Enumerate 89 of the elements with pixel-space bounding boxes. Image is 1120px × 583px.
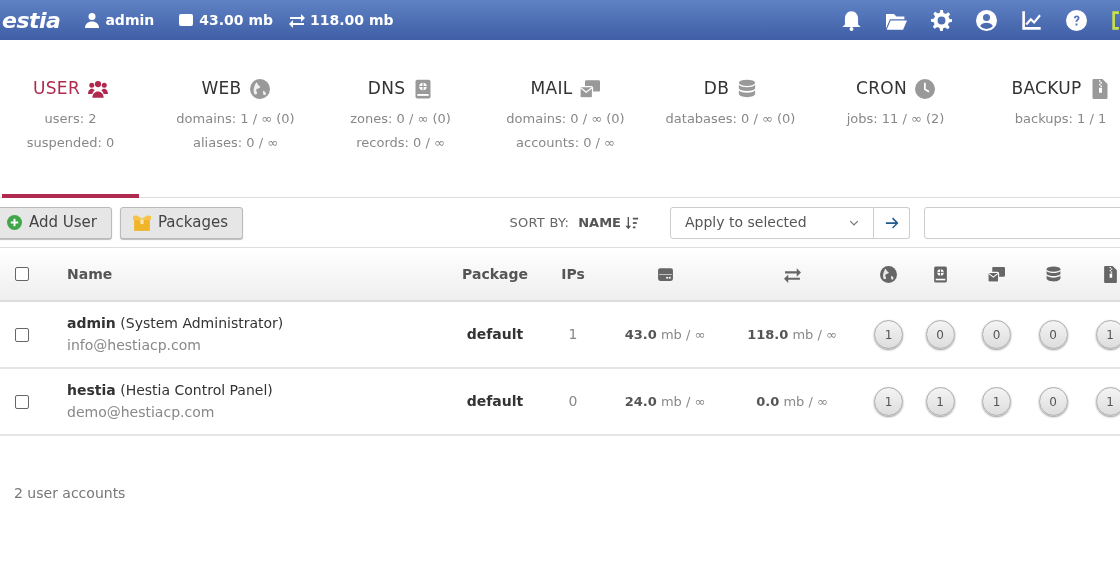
stat-text: databases: 0 / ∞ (0) [665,111,796,126]
apply-button[interactable] [874,206,910,239]
disk-usage: 43.0 mb / ∞ [624,325,706,344]
stats-tab[interactable]: USER users: 2 suspended: 0 [0,40,153,197]
column-header: Name [67,265,113,282]
count-badge[interactable]: 0 [1038,320,1068,349]
tab-title: BACKUP [1011,77,1082,100]
package-name: default [466,392,524,411]
stats-tab[interactable]: MAIL domains: 0 / ∞ (0) accounts: 0 / ∞ [483,40,648,197]
stat-text: zones: 0 / ∞ (0) [350,111,451,126]
stat-text: records: 0 / ∞ [356,135,445,150]
count-badge[interactable]: 1 [874,387,903,416]
stats-tab[interactable]: BACKUP backups: 1 / 1 [978,40,1120,197]
stats-tab[interactable]: DNS zones: 0 / ∞ (0) records: 0 / ∞ [318,40,483,197]
mail-icon [580,78,601,99]
stat-text: suspended: 0 [26,135,115,150]
plus-icon [7,215,22,230]
tab-title: CRON [856,77,907,100]
count-badge[interactable]: 1 [874,320,903,349]
box-icon [133,213,151,232]
column-header: IPs [561,264,585,284]
sort-button[interactable]: NAME [577,211,640,234]
count-badge[interactable]: 0 [925,320,955,349]
arrow-right-icon [884,215,899,230]
checkbox[interactable] [15,394,29,409]
clock-icon [915,78,935,99]
user-email: info@hestiacp.com [67,336,202,355]
count-badge[interactable]: 1 [1095,320,1120,349]
count-badge[interactable]: 0 [1038,387,1068,416]
tab-title: DB [703,77,730,100]
package-name: default [466,325,524,344]
tab-title: USER [33,77,80,100]
add-user-button[interactable]: Add User [0,206,112,239]
user-icon [84,12,101,28]
user-name: admin (System Administrator) [67,314,285,333]
globe-icon [880,265,897,283]
sort-icon [625,215,639,230]
stat-text: aliases: 0 / ∞ [193,135,278,150]
arrows-icon [289,12,306,28]
logo[interactable]: estia [2,3,61,37]
account-count: 2 user accounts [14,484,127,503]
zip-file-icon [1101,265,1119,283]
action-select[interactable]: Apply to selected [670,206,874,239]
stats-tab[interactable]: DB databases: 0 / ∞ (0) [648,40,813,197]
checkbox[interactable] [15,267,29,281]
user-email: demo@hestiacp.com [67,403,216,422]
stat-text: domains: 1 / ∞ (0) [176,111,295,126]
disk-usage: 24.0 mb / ∞ [624,392,706,411]
book-icon [931,265,949,283]
users-icon [88,78,108,99]
server-icon [656,265,674,283]
stats-tab[interactable]: CRON jobs: 11 / ∞ (2) [813,40,978,197]
stats-tab[interactable]: WEB domains: 1 / ∞ (0) aliases: 0 / ∞ [153,40,318,197]
count-badge[interactable]: 1 [925,387,955,416]
bell-icon[interactable] [841,9,862,31]
stat-text: accounts: 0 / ∞ [516,135,615,150]
stat-text: jobs: 11 / ∞ (2) [846,111,945,126]
account-icon[interactable] [976,9,997,31]
tab-title: WEB [201,77,242,100]
column-header: Package [462,264,528,284]
server-icon [178,12,195,28]
globe-icon [249,78,270,99]
packages-button[interactable]: Packages [120,206,243,239]
ip-count: 1 [568,325,578,344]
help-icon[interactable] [1066,9,1087,31]
username-label: admin [105,10,155,30]
bandwidth-usage: 0.0 mb / ∞ [756,392,828,411]
mail-icon [988,265,1005,283]
count-badge[interactable]: 1 [982,387,1011,416]
ip-count: 0 [568,392,578,411]
count-badge[interactable]: 0 [982,320,1011,349]
disk-usage-label: 43.00 mb [199,10,274,30]
book-icon [413,78,434,99]
chart-icon[interactable] [1021,9,1042,31]
sort-label: SORT BY: [509,213,570,232]
database-icon [737,78,758,99]
tab-title: DNS [367,77,406,100]
stat-text: backups: 1 / 1 [1014,111,1107,126]
bandwidth-usage: 118.0 mb / ∞ [747,325,837,344]
stat-text: domains: 0 / ∞ (0) [506,111,625,126]
user-name: hestia (Hestia Control Panel) [67,381,274,400]
stat-text: users: 2 [44,111,97,126]
bandwidth-label: 118.00 mb [310,10,394,30]
count-badge[interactable]: 1 [1095,387,1120,416]
database-icon [1044,265,1062,283]
search-field[interactable] [924,206,1120,239]
settings-icon[interactable] [931,9,952,31]
tab-title: MAIL [530,77,573,100]
checkbox[interactable] [15,327,29,342]
